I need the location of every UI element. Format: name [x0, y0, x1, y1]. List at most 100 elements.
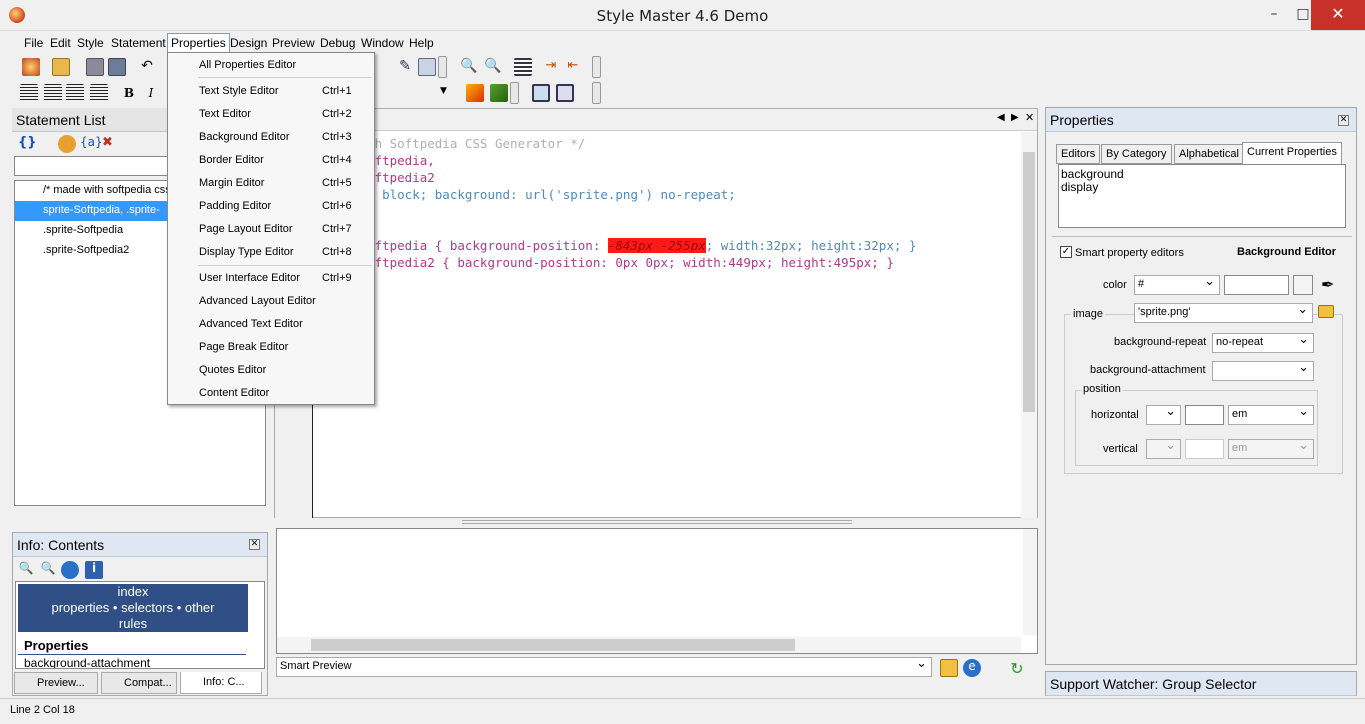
- browser-icon[interactable]: e: [963, 659, 981, 677]
- bold-icon[interactable]: B: [120, 84, 138, 102]
- list-item[interactable]: .sprite-Softpedia2: [43, 244, 129, 256]
- braces-icon[interactable]: {}: [18, 135, 37, 153]
- arrow-right-icon[interactable]: ▶: [1011, 112, 1019, 123]
- smart-editors-checkbox[interactable]: ✓: [1060, 246, 1072, 258]
- align-left-icon[interactable]: [20, 84, 38, 102]
- menu-item-user-interface[interactable]: User Interface Editor: [199, 272, 300, 284]
- preview-select[interactable]: Smart Preview: [276, 655, 932, 677]
- zoom-out-icon[interactable]: 🔍: [39, 561, 57, 579]
- tab-current-properties[interactable]: Current Properties: [1242, 142, 1342, 165]
- menu-item-text-style[interactable]: Text Style Editor: [199, 85, 278, 97]
- tab-preview[interactable]: Preview...: [14, 672, 98, 694]
- validate-icon[interactable]: [418, 58, 436, 76]
- align-center-icon[interactable]: [44, 84, 62, 102]
- refresh-icon[interactable]: ↻: [1008, 659, 1026, 678]
- menu-edit[interactable]: Edit: [50, 36, 71, 50]
- save-icon[interactable]: [86, 58, 104, 76]
- color-select[interactable]: #: [1134, 273, 1220, 295]
- menu-item-advanced-text[interactable]: Advanced Text Editor: [199, 318, 303, 330]
- edit-icon[interactable]: ✎: [396, 58, 414, 76]
- menu-help[interactable]: Help: [409, 36, 434, 50]
- info-item[interactable]: background-attachment: [24, 656, 150, 668]
- attachment-select[interactable]: [1212, 359, 1314, 381]
- menu-item-content[interactable]: Content Editor: [199, 387, 269, 399]
- info-nav-index[interactable]: index: [18, 584, 248, 600]
- save-all-icon[interactable]: [108, 58, 126, 76]
- layout-icon[interactable]: [556, 84, 574, 102]
- menu-file[interactable]: File: [24, 36, 43, 50]
- menu-preview[interactable]: Preview: [272, 36, 315, 50]
- tab-editors[interactable]: Editors: [1056, 144, 1101, 164]
- vertical-input[interactable]: [1185, 439, 1224, 459]
- list-item[interactable]: display: [1061, 180, 1098, 194]
- menu-item-page-layout[interactable]: Page Layout Editor: [199, 223, 293, 235]
- close-icon[interactable]: ✕: [249, 539, 260, 550]
- vertical-unit-select[interactable]: em: [1228, 437, 1314, 459]
- new-icon[interactable]: [22, 58, 40, 76]
- folder-icon[interactable]: [1318, 305, 1334, 318]
- delete-rule-icon[interactable]: ✖: [102, 135, 120, 153]
- horizontal-keyword-select[interactable]: [1146, 403, 1181, 425]
- menu-item-advanced-layout[interactable]: Advanced Layout Editor: [199, 295, 316, 307]
- menu-item-border[interactable]: Border Editor: [199, 154, 264, 166]
- close-icon[interactable]: ✕: [1338, 115, 1349, 126]
- box-icon[interactable]: [532, 84, 550, 102]
- selector-icon[interactable]: [58, 135, 76, 153]
- filter-input[interactable]: [14, 156, 168, 176]
- menu-item-all-properties[interactable]: All Properties Editor: [199, 59, 296, 71]
- indent-icon[interactable]: ⇥: [542, 58, 560, 76]
- horizontal-input[interactable]: [1185, 405, 1224, 425]
- menu-style[interactable]: Style: [77, 36, 104, 50]
- close-button[interactable]: ✕: [1311, 0, 1365, 30]
- list-item[interactable]: .sprite-Softpedia: [43, 224, 123, 236]
- menu-debug[interactable]: Debug: [320, 36, 355, 50]
- color-picker-icon[interactable]: [466, 84, 484, 102]
- rule-icon[interactable]: {a}: [80, 135, 103, 153]
- tab-info[interactable]: Info: C...: [180, 672, 262, 694]
- list-item[interactable]: /* made with softpedia css: [43, 184, 171, 196]
- tab-by-category[interactable]: By Category: [1101, 144, 1172, 164]
- list-icon[interactable]: [514, 58, 532, 76]
- menu-statement[interactable]: Statement: [111, 36, 166, 50]
- horizontal-scrollbar[interactable]: [277, 637, 1021, 653]
- splitter[interactable]: [462, 520, 852, 524]
- menu-item-quotes[interactable]: Quotes Editor: [199, 364, 266, 376]
- tab-alphabetical[interactable]: Alphabetical: [1174, 144, 1244, 164]
- image-select[interactable]: 'sprite.png': [1134, 301, 1313, 323]
- menu-item-background[interactable]: Background Editor: [199, 131, 290, 143]
- arrow-left-icon[interactable]: ◀: [997, 112, 1005, 123]
- tab-compat[interactable]: Compat...: [101, 672, 177, 694]
- justify-icon[interactable]: [90, 84, 108, 102]
- info-icon[interactable]: i: [85, 561, 103, 579]
- toolbar-grip[interactable]: [438, 56, 447, 78]
- undo-icon[interactable]: ↶: [138, 58, 156, 76]
- repeat-select[interactable]: no-repeat: [1212, 331, 1314, 353]
- menu-design[interactable]: Design: [230, 36, 267, 50]
- folder-icon[interactable]: [940, 659, 958, 677]
- menu-item-text[interactable]: Text Editor: [199, 108, 251, 120]
- find-icon[interactable]: 🔍: [460, 58, 478, 76]
- menu-window[interactable]: Window: [361, 36, 404, 50]
- color-input[interactable]: [1224, 275, 1289, 295]
- find-next-icon[interactable]: 🔍: [484, 58, 502, 76]
- horizontal-unit-select[interactable]: em: [1228, 403, 1314, 425]
- open-icon[interactable]: [52, 58, 70, 76]
- italic-icon[interactable]: I: [142, 84, 160, 102]
- scrollbar-thumb[interactable]: [311, 639, 795, 651]
- menu-properties[interactable]: Properties: [167, 33, 230, 54]
- toolbar-grip[interactable]: [592, 56, 601, 78]
- list-item[interactable]: background: [1061, 167, 1124, 181]
- scrollbar-thumb[interactable]: [1023, 152, 1035, 412]
- toolbar-grip[interactable]: [510, 82, 519, 104]
- chevron-down-icon[interactable]: ▼: [440, 86, 458, 104]
- menu-item-margin[interactable]: Margin Editor: [199, 177, 264, 189]
- menu-item-page-break[interactable]: Page Break Editor: [199, 341, 288, 353]
- list-item[interactable]: sprite-Softpedia, .sprite-: [43, 204, 160, 216]
- info-nav-links[interactable]: properties • selectors • other: [18, 600, 248, 616]
- zoom-in-icon[interactable]: 🔍: [17, 561, 35, 579]
- close-icon[interactable]: ✕: [1025, 111, 1034, 124]
- info-nav-rules[interactable]: rules: [18, 616, 248, 632]
- outdent-icon[interactable]: ⇤: [564, 58, 582, 76]
- vertical-scrollbar[interactable]: [1023, 529, 1037, 635]
- toolbar-grip[interactable]: [592, 82, 601, 104]
